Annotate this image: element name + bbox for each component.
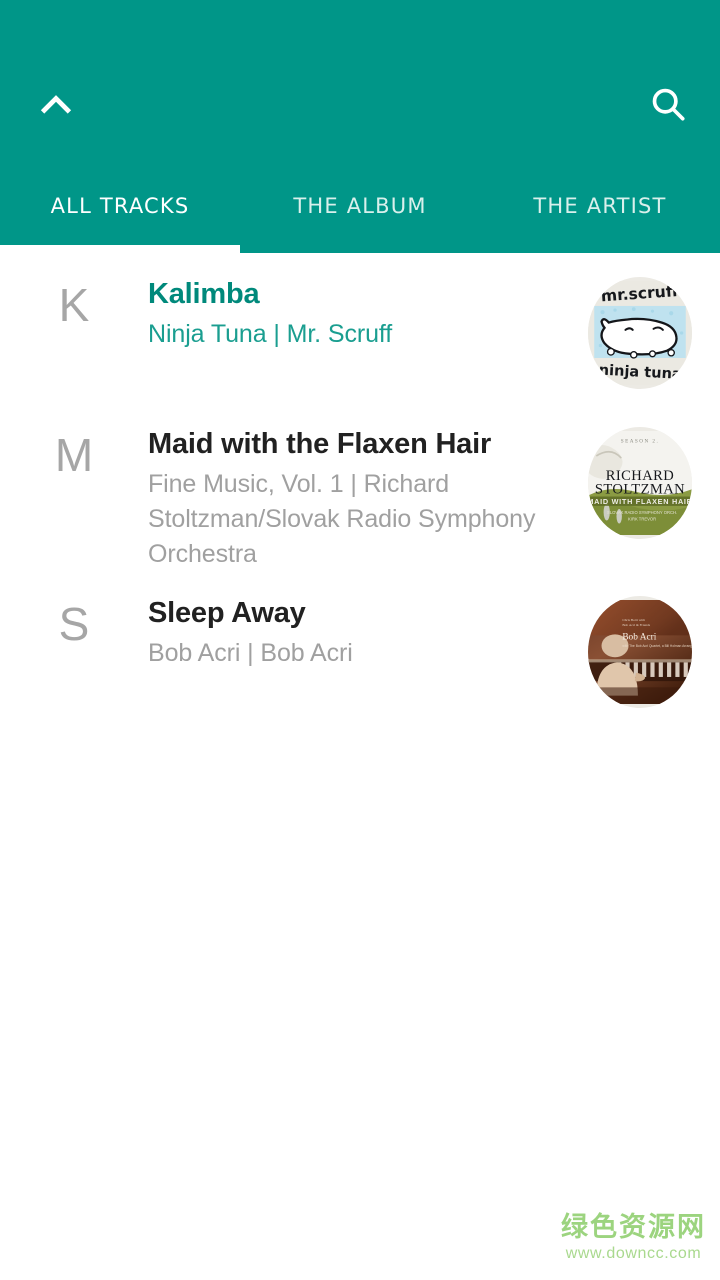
app-root: ALL TRACKS THE ALBUM THE ARTIST K Kalimb…	[0, 0, 720, 1280]
watermark: 绿色资源网 www.downcc.com	[561, 1212, 706, 1264]
search-icon[interactable]	[636, 72, 700, 136]
svg-text:MAID WITH FLAXEN HAIR: MAID WITH FLAXEN HAIR	[588, 497, 692, 506]
svg-text:Chris Botti with: Chris Botti with	[622, 618, 645, 622]
track-list-item[interactable]: K Kalimba Ninja Tuna | Mr. Scruff mr.scr…	[0, 253, 720, 403]
track-text-block: Kalimba Ninja Tuna | Mr. Scruff	[148, 275, 568, 352]
track-list-item[interactable]: S Sleep Away Bob Acri | Bob Acri Chris B…	[0, 572, 720, 722]
tab-the-artist[interactable]: THE ARTIST	[480, 178, 720, 245]
track-index-letter: M	[54, 429, 94, 481]
album-art-thumbnail[interactable]: SEASON 2. RICHARD STOLTZMAN MAID WITH FL…	[588, 427, 692, 539]
track-text-block: Maid with the Flaxen Hair Fine Music, Vo…	[148, 425, 568, 572]
chevron-up-icon[interactable]	[24, 72, 88, 136]
header-action-bar	[0, 70, 720, 138]
track-title: Maid with the Flaxen Hair	[148, 428, 492, 460]
svg-text:Bob Acri & Friends: Bob Acri & Friends	[622, 623, 650, 627]
track-list: K Kalimba Ninja Tuna | Mr. Scruff mr.scr…	[0, 253, 720, 722]
track-text-block: Sleep Away Bob Acri | Bob Acri	[148, 594, 568, 671]
track-subtitle: Ninja Tuna | Mr. Scruff	[148, 320, 393, 348]
svg-text:Bob Acri: Bob Acri	[622, 633, 656, 643]
track-title: Kalimba	[148, 278, 260, 310]
svg-text:KIRK TREVOR: KIRK TREVOR	[628, 516, 656, 521]
track-index-letter: K	[58, 279, 90, 331]
track-subtitle: Bob Acri | Bob Acri	[148, 639, 353, 667]
tab-all-tracks[interactable]: ALL TRACKS	[0, 178, 240, 245]
watermark-site-name: 绿色资源网	[561, 1212, 706, 1243]
track-list-item[interactable]: M Maid with the Flaxen Hair Fine Music, …	[0, 403, 720, 572]
album-art-thumbnail[interactable]: Chris Botti with Bob Acri & Friends Bob …	[588, 596, 692, 708]
watermark-url: www.downcc.com	[565, 1245, 702, 1262]
svg-text:SLOVAK RADIO SYMPHONY ORCH.: SLOVAK RADIO SYMPHONY ORCH.	[607, 510, 677, 515]
app-header: ALL TRACKS THE ALBUM THE ARTIST	[0, 0, 720, 253]
track-subtitle: Fine Music, Vol. 1 | Richard Stoltzman/S…	[148, 470, 536, 568]
tab-bar: ALL TRACKS THE ALBUM THE ARTIST	[0, 178, 720, 245]
track-title: Sleep Away	[148, 597, 306, 629]
active-tab-indicator	[0, 245, 240, 253]
svg-text:STOLTZMAN: STOLTZMAN	[595, 481, 685, 497]
track-index-letter: S	[58, 598, 90, 650]
album-art-thumbnail[interactable]: mr.scruff ninja tuna	[588, 277, 692, 389]
svg-text:with The Bob Acri Quartet, a B: with The Bob Acri Quartet, a Bill Holman…	[622, 644, 692, 648]
svg-text:SEASON 2.: SEASON 2.	[621, 438, 659, 444]
tab-the-album[interactable]: THE ALBUM	[240, 178, 480, 245]
